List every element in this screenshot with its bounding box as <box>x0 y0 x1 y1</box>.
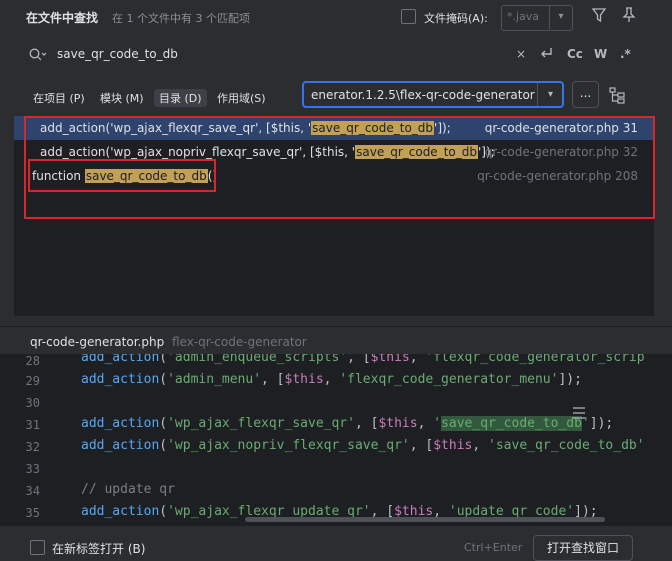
regex-toggle[interactable]: .* <box>620 47 631 61</box>
line-number: 32 <box>25 440 40 454</box>
directory-value: enerator.1.2.5\flex-qr-code-generator <box>311 88 535 102</box>
scope-project-tab[interactable]: 在项目 (P) <box>28 89 90 107</box>
pin-icon[interactable] <box>620 6 638 24</box>
match-summary: 在 1 个文件中有 3 个匹配项 <box>112 12 250 25</box>
code-line: add_action('wp_ajax_nopriv_flexqr_save_q… <box>81 438 645 453</box>
annotation-box-function <box>28 159 216 192</box>
scope-module-tab[interactable]: 模块 (M) <box>95 89 149 107</box>
match-case-toggle[interactable]: Cc <box>567 47 583 61</box>
scope-scope-tab[interactable]: 作用域(S) <box>212 89 271 107</box>
line-number: 34 <box>25 484 40 498</box>
shortcut-hint: Ctrl+Enter <box>464 541 523 554</box>
new-tab-checkbox[interactable] <box>30 540 45 555</box>
code-line: add_action('admin_enqueue_scripts', [$th… <box>81 354 645 365</box>
dialog-title: 在文件中查找 <box>26 11 99 25</box>
regex-back-icon[interactable] <box>538 45 554 61</box>
clear-icon[interactable]: × <box>516 47 526 61</box>
scope-directory-tab[interactable]: 目录 (D) <box>154 89 207 107</box>
line-number: 28 <box>25 354 40 368</box>
code-match-highlight: save_qr_code_to_db <box>441 416 582 431</box>
line-number: 33 <box>25 462 40 476</box>
fold-icon[interactable] <box>570 405 588 421</box>
file-mask-checkbox[interactable] <box>401 9 416 24</box>
code-line: add_action('wp_ajax_flexqr_save_qr', [$t… <box>81 416 614 431</box>
browse-button[interactable]: ... <box>572 81 599 108</box>
code-preview[interactable]: 28 add_action('admin_enqueue_scripts', [… <box>0 354 672 526</box>
file-mask-value: *.java <box>507 10 540 23</box>
line-number: 31 <box>25 418 40 432</box>
search-icon[interactable] <box>28 47 46 63</box>
chevron-down-icon[interactable]: ▾ <box>537 83 563 106</box>
line-number: 30 <box>25 396 40 410</box>
open-find-window-button[interactable]: 打开查找窗口 <box>533 535 633 561</box>
file-mask-label: 文件掩码(A): <box>424 12 488 25</box>
line-number: 29 <box>25 374 40 388</box>
filter-icon[interactable] <box>590 6 608 24</box>
horizontal-scrollbar[interactable] <box>245 517 605 522</box>
tree-view-icon[interactable] <box>608 86 626 104</box>
preview-file-name: qr-code-generator.php <box>30 335 165 349</box>
code-line: add_action('admin_menu', [$this, 'flexqr… <box>81 372 582 387</box>
preview-directory: flex-qr-code-generator <box>172 335 307 349</box>
search-input[interactable]: save_qr_code_to_db <box>57 47 178 61</box>
line-number: 35 <box>25 506 40 520</box>
code-line: // update qr <box>81 482 175 497</box>
chevron-down-icon[interactable]: ▾ <box>549 5 572 29</box>
new-tab-label: 在新标签打开 (B) <box>52 542 146 556</box>
whole-word-toggle[interactable]: W <box>594 47 607 61</box>
